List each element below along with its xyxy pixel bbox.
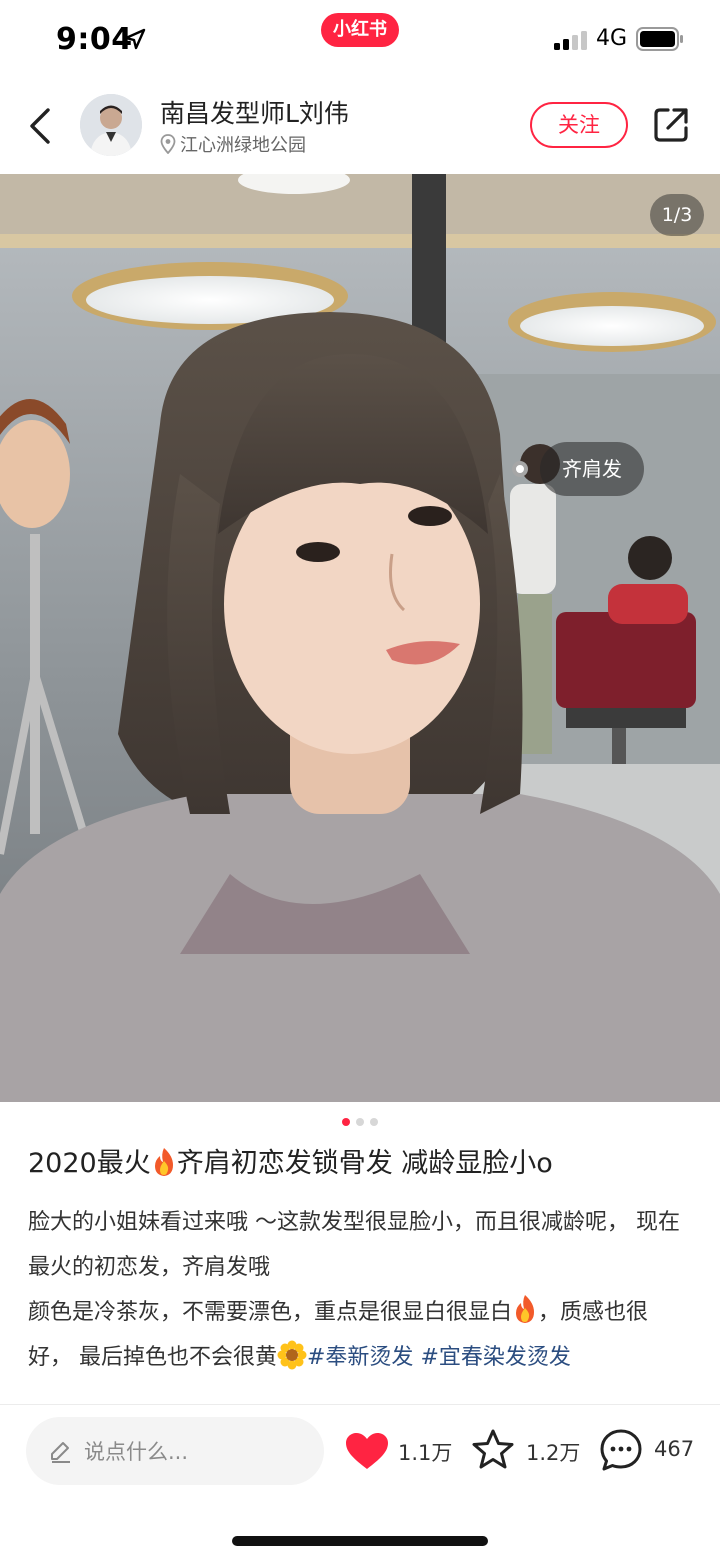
note-title-part1: 2020最火	[28, 1148, 151, 1179]
tag-dot	[512, 461, 528, 477]
note-body-line1: 脸大的小姐妹看过来哦 ～这款发型很显脸小，而且很减龄呢， 现在最火的初恋发，齐肩…	[28, 1210, 680, 1280]
hashtag-link[interactable]: #宜春染发烫发	[420, 1345, 570, 1370]
carousel-dots	[0, 1118, 720, 1130]
status-bar: 9:04 小红书 4G	[0, 0, 720, 78]
collect-count: 1.2万	[526, 1441, 581, 1465]
photo-tag[interactable]: 齐肩发	[512, 442, 644, 496]
carousel-dot-active	[342, 1118, 350, 1126]
hair-salon-photo	[0, 174, 720, 1102]
location-arrow-icon	[124, 28, 146, 50]
location-text: 江心洲绿地公园	[180, 135, 306, 156]
fire-emoji-icon	[154, 1148, 173, 1176]
note-body-line2a: 颜色是冷茶灰，不需要漂色，重点是很显白很显白	[28, 1300, 513, 1325]
star-icon[interactable]	[470, 1427, 516, 1473]
battery-icon	[636, 27, 683, 51]
carousel-dot	[356, 1118, 364, 1126]
like-count: 1.1万	[398, 1441, 453, 1465]
author-name[interactable]: 南昌发型师L刘伟	[160, 94, 349, 130]
signal-icon	[554, 31, 587, 50]
network-label: 4G	[596, 26, 628, 51]
home-indicator[interactable]	[232, 1536, 488, 1546]
comment-count: 467	[654, 1437, 695, 1461]
note-title-part2: 齐肩初恋发锁骨发 减龄显脸小o	[176, 1148, 553, 1179]
note-photo[interactable]: 1/3 齐肩发	[0, 174, 720, 1102]
author-avatar[interactable]	[80, 94, 142, 156]
fire-emoji-icon	[516, 1295, 535, 1323]
hashtag-link[interactable]: #奉新烫发	[307, 1345, 413, 1370]
location-line[interactable]: 江心洲绿地公园	[160, 132, 306, 156]
tag-label: 齐肩发	[540, 442, 644, 496]
page-indicator: 1/3	[650, 194, 704, 236]
pin-icon	[160, 134, 176, 154]
bottom-action-bar: 说点什么... 1.1万 1.2万 467	[0, 1405, 720, 1505]
note-body: 脸大的小姐妹看过来哦 ～这款发型很显脸小，而且很减龄呢， 现在最火的初恋发，齐肩…	[28, 1200, 692, 1380]
carousel-dot	[370, 1118, 378, 1126]
sunflower-emoji-icon	[277, 1340, 307, 1370]
comment-input[interactable]: 说点什么...	[26, 1417, 324, 1485]
note-header: 南昌发型师L刘伟 江心洲绿地公园 关注	[0, 78, 720, 174]
follow-button[interactable]: 关注	[530, 102, 628, 148]
comment-placeholder: 说点什么...	[84, 1440, 189, 1464]
app-badge: 小红书	[321, 13, 399, 47]
note-title: 2020最火 齐肩初恋发锁骨发 减龄显脸小o	[28, 1144, 698, 1184]
heart-icon[interactable]	[344, 1431, 390, 1471]
pencil-icon	[51, 1442, 70, 1463]
comment-bubble-icon[interactable]	[598, 1427, 644, 1473]
back-icon[interactable]	[24, 104, 60, 148]
share-icon[interactable]	[652, 106, 690, 144]
status-time: 9:04	[56, 22, 133, 57]
